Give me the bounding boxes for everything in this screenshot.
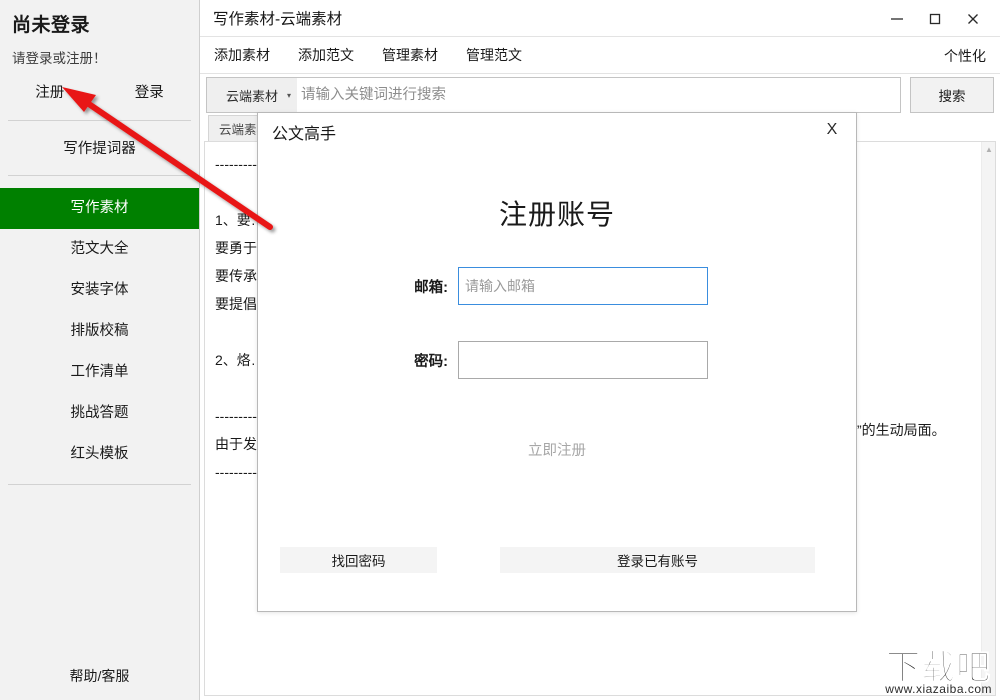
account-status-title: 尚未登录	[12, 15, 91, 36]
register-submit-button[interactable]: 立即注册	[258, 439, 856, 460]
sidebar: 尚未登录 请登录或注册！ 注册 登录 写作提词器 写作素材 范文大全 安装字体 …	[0, 0, 200, 700]
dialog-title-bar: 公文高手 X	[258, 113, 856, 151]
search-button[interactable]: 搜索	[910, 77, 994, 113]
chevron-down-icon: ▾	[286, 90, 291, 100]
search-field-group: 云端素材 ▾	[206, 77, 901, 113]
email-row: 邮箱:	[258, 267, 856, 305]
close-icon[interactable]: X	[822, 121, 842, 139]
content-scrollbar[interactable]: ▲	[981, 142, 995, 695]
window-title: 写作素材-云端素材	[213, 11, 343, 28]
email-field[interactable]	[458, 267, 708, 305]
menu-item-manage-material[interactable]: 管理素材	[368, 45, 452, 65]
menu-bar-right: 个性化	[930, 37, 1000, 74]
menu-item-add-material[interactable]: 添加素材	[200, 45, 284, 65]
dialog-footer: 找回密码 登录已有账号	[258, 547, 856, 573]
menu-item-manage-essay[interactable]: 管理范文	[452, 45, 536, 65]
sidebar-item-install-fonts[interactable]: 安装字体	[0, 270, 199, 311]
register-dialog: 公文高手 X 注册账号 邮箱: 密码: 立即注册 找回密码 登录已有账号	[257, 112, 857, 612]
sidebar-nav-list: 写作素材 范文大全 安装字体 排版校稿 工作清单 挑战答题 红头模板	[0, 188, 199, 475]
register-link[interactable]: 注册	[0, 81, 100, 102]
email-label: 邮箱:	[414, 279, 448, 296]
sidebar-item-writing-prompter[interactable]: 写作提词器	[0, 121, 199, 175]
application-window: 尚未登录 请登录或注册！ 注册 登录 写作提词器 写作素材 范文大全 安装字体 …	[0, 0, 1000, 700]
document-tail-text: ”的生动局面。	[857, 422, 946, 438]
help-support-link[interactable]: 帮助/客服	[0, 666, 199, 686]
search-bar: 云端素材 ▾ 搜索	[200, 74, 1000, 116]
close-icon[interactable]	[954, 4, 992, 34]
menu-bar: 添加素材 添加范文 管理素材 管理范文 个性化	[200, 37, 1000, 74]
search-input[interactable]	[297, 78, 900, 112]
password-label: 密码:	[414, 353, 448, 370]
sidebar-item-red-header-template[interactable]: 红头模板	[0, 434, 199, 475]
forgot-password-button[interactable]: 找回密码	[280, 547, 437, 573]
title-bar: 写作素材-云端素材	[200, 0, 1000, 37]
dialog-app-title: 公文高手	[272, 126, 337, 143]
sidebar-item-challenge-quiz[interactable]: 挑战答题	[0, 393, 199, 434]
dialog-heading: 注册账号	[498, 199, 615, 230]
login-link[interactable]: 登录	[100, 81, 200, 102]
search-category-label: 云端素材	[225, 88, 278, 104]
maximize-icon[interactable]	[916, 4, 954, 34]
menu-item-add-essay[interactable]: 添加范文	[284, 45, 368, 65]
minimize-icon[interactable]	[878, 4, 916, 34]
sidebar-item-work-list[interactable]: 工作清单	[0, 352, 199, 393]
sidebar-divider-bottom	[8, 484, 191, 485]
window-controls	[878, 0, 992, 37]
sidebar-item-model-essays[interactable]: 范文大全	[0, 229, 199, 270]
sidebar-item-layout-proofread[interactable]: 排版校稿	[0, 311, 199, 352]
search-category-select[interactable]: 云端素材 ▾	[207, 78, 297, 112]
password-row: 密码:	[258, 341, 856, 379]
account-status-subtitle: 请登录或注册！	[12, 51, 107, 66]
login-existing-account-button[interactable]: 登录已有账号	[500, 547, 815, 573]
chevron-up-icon[interactable]: ▲	[982, 142, 995, 156]
sidebar-item-writing-material[interactable]: 写作素材	[0, 188, 199, 229]
account-actions: 注册 登录	[0, 81, 199, 102]
password-field[interactable]	[458, 341, 708, 379]
menu-item-personalize[interactable]: 个性化	[930, 46, 986, 66]
